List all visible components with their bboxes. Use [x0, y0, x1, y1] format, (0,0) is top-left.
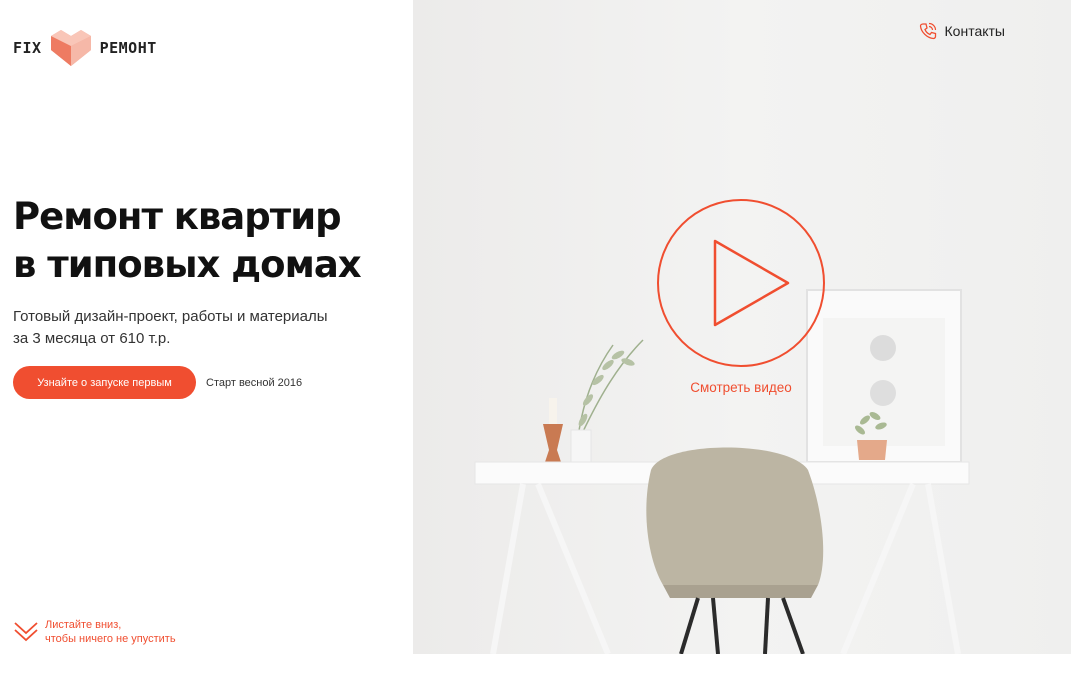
headline-line-1: Ремонт квартир: [13, 195, 342, 238]
hero-image: Контакты Смотреть видео: [413, 0, 1071, 654]
subtitle-line-2: за 3 месяца от 610 т.р.: [13, 330, 171, 347]
headline-line-2: в типовых домах: [13, 243, 362, 286]
contacts-label: Контакты: [944, 23, 1005, 39]
left-panel: FIX РЕМОНТ Ремонт квартир в типовых дома…: [0, 0, 413, 699]
logo-heart-cube-icon: [50, 30, 91, 66]
logo[interactable]: FIX РЕМОНТ: [13, 26, 157, 70]
scroll-hint-text: Листайте вниз, чтобы ничего не упустить: [45, 618, 176, 646]
phone-icon: [919, 22, 936, 40]
watch-video-link[interactable]: Смотреть видео: [656, 380, 826, 395]
chevron-down-icon: [14, 622, 38, 642]
cta-row: Узнайте о запуске первым Старт весной 20…: [13, 366, 302, 399]
page-title: Ремонт квартир в типовых домах: [13, 193, 413, 289]
logo-text-left: FIX: [13, 39, 42, 57]
scroll-hint-line-2: чтобы ничего не упустить: [45, 633, 176, 645]
scroll-hint[interactable]: Листайте вниз, чтобы ничего не упустить: [13, 618, 176, 646]
scroll-hint-line-1: Листайте вниз,: [45, 619, 122, 631]
contacts-link[interactable]: Контакты: [919, 22, 1005, 40]
notify-launch-button[interactable]: Узнайте о запуске первым: [13, 366, 196, 399]
subtitle-line-1: Готовый дизайн-проект, работы и материал…: [13, 308, 328, 325]
hero-subtitle: Готовый дизайн-проект, работы и материал…: [13, 306, 373, 350]
launch-date-note: Старт весной 2016: [206, 376, 303, 389]
play-video-icon[interactable]: [656, 198, 826, 368]
logo-text-right: РЕМОНТ: [99, 39, 157, 57]
scrollbar[interactable]: [1071, 0, 1087, 699]
